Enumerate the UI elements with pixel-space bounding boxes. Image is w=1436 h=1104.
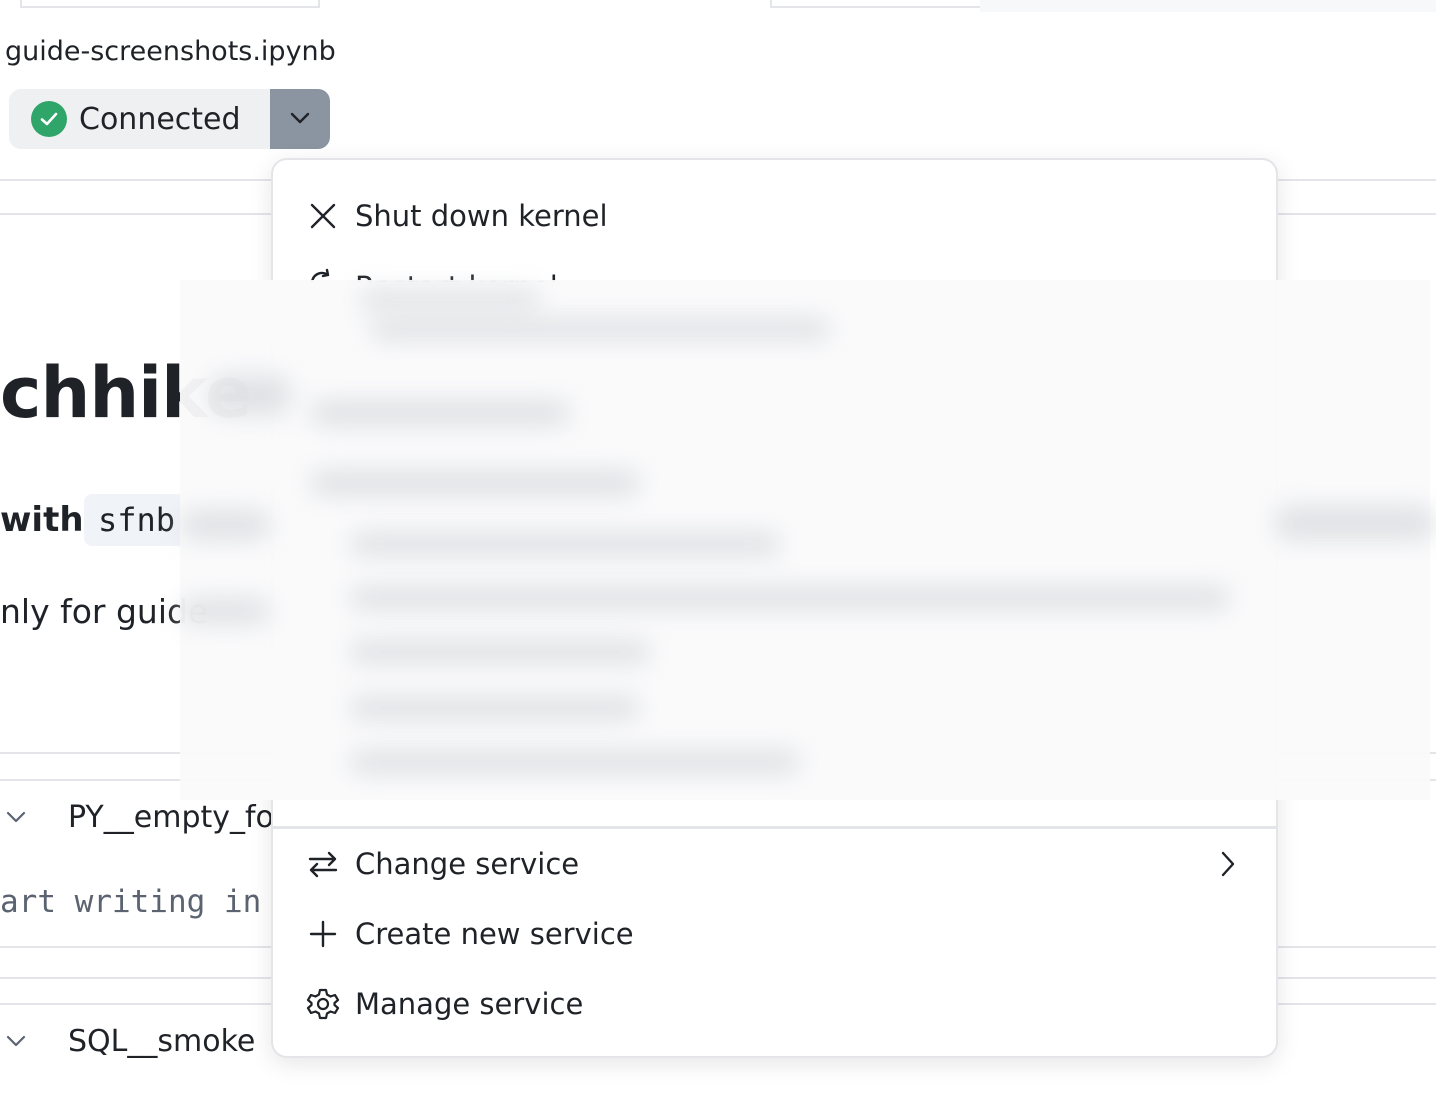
- close-icon: [305, 198, 341, 234]
- menu-item-create-new-service[interactable]: Create new service: [305, 906, 1246, 962]
- chevron-down-icon[interactable]: [6, 1032, 26, 1051]
- swap-icon: [305, 846, 341, 882]
- notebook-subheading: with: [0, 500, 84, 540]
- menu-item-label: Manage service: [355, 987, 584, 1021]
- menu-item-change-service[interactable]: Change service: [305, 836, 1246, 892]
- menu-item-manage-service[interactable]: Manage service: [305, 976, 1246, 1032]
- cell-name: SQL__smoke: [68, 1024, 256, 1059]
- check-circle-icon: [31, 101, 67, 137]
- plus-icon: [305, 916, 341, 952]
- menu-item-label: Change service: [355, 847, 580, 881]
- gear-icon: [305, 986, 341, 1022]
- chevron-right-icon: [1210, 846, 1246, 882]
- cell-code-preview[interactable]: art writing in: [0, 884, 261, 920]
- connection-menu-toggle[interactable]: [270, 89, 330, 149]
- tab-edge-right: [770, 0, 980, 8]
- cell-header[interactable]: PY__empty_for: [6, 800, 286, 835]
- menu-item-label: Create new service: [355, 917, 634, 951]
- menu-separator: [273, 826, 1276, 829]
- top-strip: [980, 0, 1436, 12]
- cell-header[interactable]: SQL__smoke: [6, 1024, 255, 1059]
- blurred-region: [180, 280, 1435, 800]
- chevron-down-icon: [289, 110, 311, 129]
- inline-code: sfnb: [84, 494, 190, 546]
- menu-item-label: Shut down kernel: [355, 199, 608, 233]
- connection-status-button[interactable]: Connected: [9, 89, 270, 149]
- menu-item-restart-kernel[interactable]: Restart kernel: [305, 258, 825, 282]
- menu-item-shut-down-kernel[interactable]: Shut down kernel: [305, 188, 1246, 244]
- notebook-paragraph: nly for guide: [0, 592, 209, 631]
- notebook-filename: guide-screenshots.ipynb: [5, 36, 336, 67]
- connection-status-label: Connected: [79, 101, 241, 137]
- cell-name: PY__empty_for: [68, 800, 287, 835]
- tab-edge-left: [20, 0, 320, 8]
- chevron-down-icon[interactable]: [6, 808, 26, 827]
